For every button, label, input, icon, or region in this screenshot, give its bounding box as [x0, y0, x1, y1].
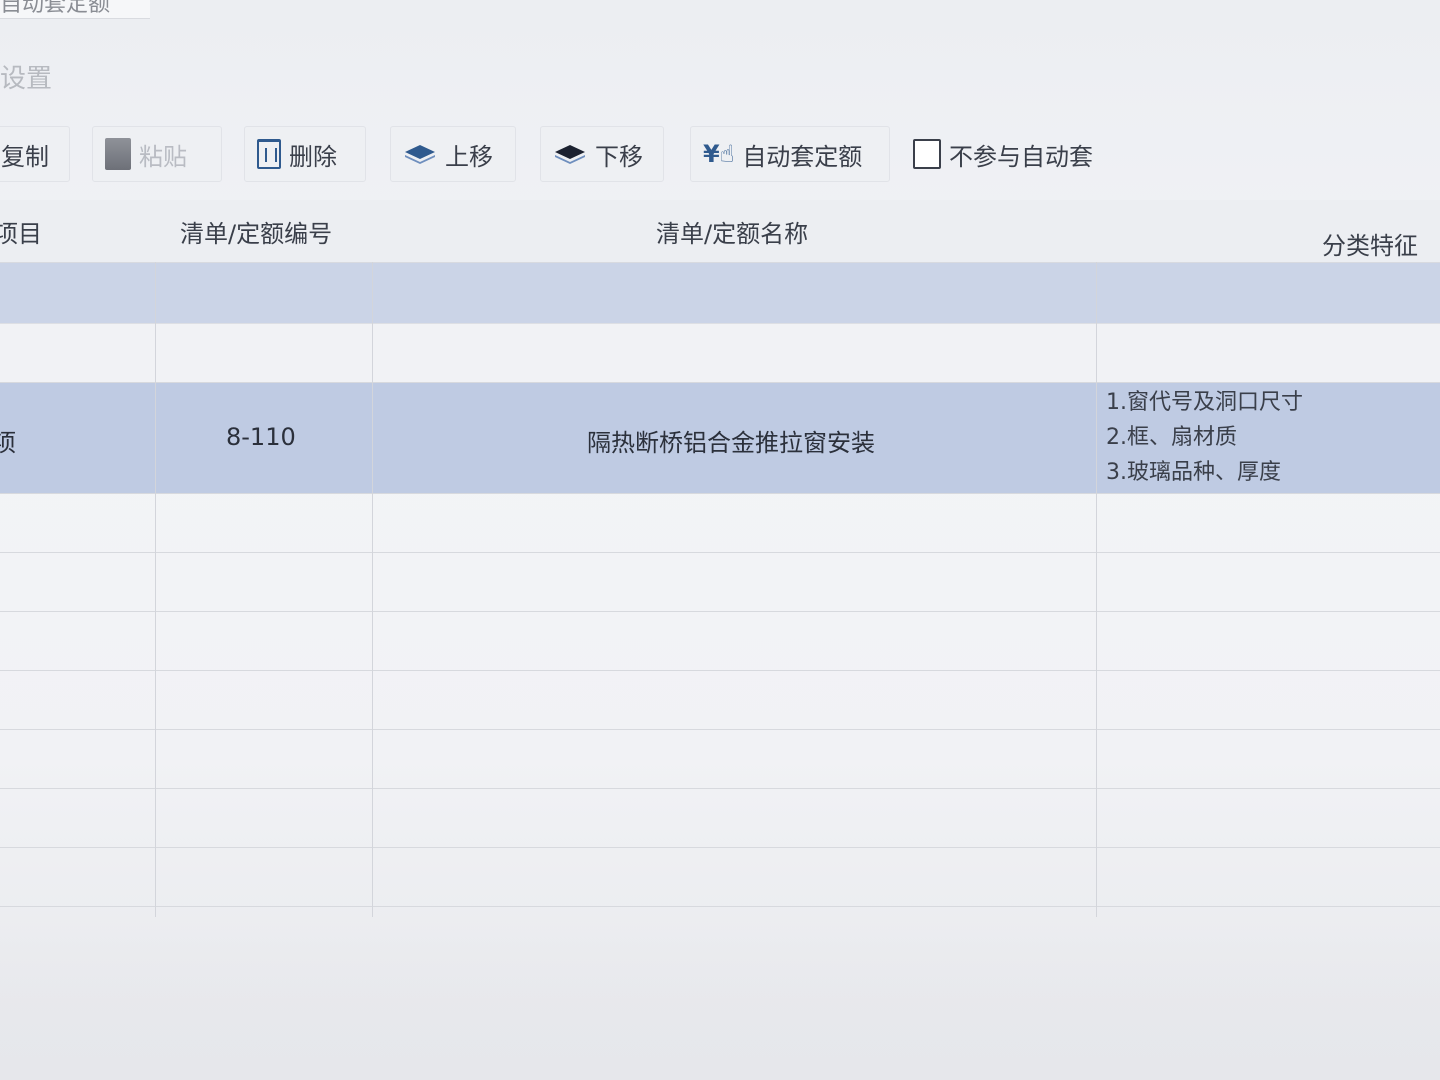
exclude-auto-toggle[interactable]: 不参与自动套 — [900, 126, 1110, 182]
cell-name: 隔热断桥铝合金推拉窗安装 — [587, 429, 875, 457]
quota-table: 项目 清单/定额编号 清单/定额名称 分类特征 项 8-110 隔热断桥铝合金推… — [0, 200, 1440, 920]
feature-line: 3.玻璃品种、厚度 — [1106, 460, 1281, 485]
exclude-label: 不参与自动套 — [949, 142, 1093, 171]
copy-button[interactable]: 复制 — [0, 126, 70, 182]
header-feature[interactable]: 分类特征 — [1322, 226, 1418, 261]
table-row[interactable] — [0, 730, 1440, 789]
table-row[interactable] — [0, 263, 1440, 324]
exclude-checkbox[interactable] — [913, 139, 941, 169]
cell-item: 项 — [0, 429, 16, 457]
screen: 自动套定额 设置 复制 粘贴 删除 上移 下移 ¥☝ 自动套定额 不参与自动套 … — [0, 0, 1440, 1080]
move-up-label: 上移 — [445, 142, 493, 171]
table-row[interactable] — [0, 553, 1440, 612]
window-title-bar: 自动套定额 — [0, 0, 150, 19]
table-row[interactable] — [0, 494, 1440, 553]
table-row[interactable] — [0, 612, 1440, 671]
window-title: 自动套定额 — [0, 0, 111, 17]
move-down-label: 下移 — [595, 142, 643, 171]
move-up-button[interactable]: 上移 — [390, 126, 516, 182]
paste-label: 粘贴 — [139, 142, 187, 171]
column-divider — [155, 262, 156, 917]
table-row[interactable] — [0, 324, 1440, 383]
paste-button[interactable]: 粘贴 — [92, 126, 222, 182]
auto-quota-button[interactable]: ¥☝ 自动套定额 — [690, 126, 890, 182]
move-up-icon — [405, 145, 435, 164]
toolbar: 复制 粘贴 删除 上移 下移 ¥☝ 自动套定额 不参与自动套 — [0, 126, 1440, 188]
column-divider — [372, 262, 373, 917]
yen-hand-icon: ¥☝ — [703, 140, 735, 168]
table-row-selected[interactable]: 项 8-110 隔热断桥铝合金推拉窗安装 1.窗代号及洞口尺寸 2.框、扇材质 … — [0, 383, 1440, 494]
header-code[interactable]: 清单/定额编号 — [180, 214, 332, 249]
auto-quota-label: 自动套定额 — [742, 142, 863, 171]
move-down-icon — [555, 145, 585, 164]
table-row[interactable] — [0, 789, 1440, 848]
cell-features: 1.窗代号及洞口尺寸 2.框、扇材质 3.玻璃品种、厚度 — [1106, 385, 1303, 490]
move-down-button[interactable]: 下移 — [540, 126, 664, 182]
table-row[interactable] — [0, 848, 1440, 907]
paste-icon — [105, 138, 131, 170]
screen-bottom-area — [0, 920, 1440, 1080]
trash-icon — [257, 139, 281, 169]
column-divider — [1096, 262, 1097, 917]
cell-code: 8-110 — [226, 423, 296, 451]
table-row[interactable] — [0, 671, 1440, 730]
feature-line: 2.框、扇材质 — [1106, 425, 1237, 450]
header-item[interactable]: 项目 — [0, 214, 42, 249]
feature-line: 1.窗代号及洞口尺寸 — [1106, 390, 1303, 415]
delete-button[interactable]: 删除 — [244, 126, 366, 182]
table-header: 项目 清单/定额编号 清单/定额名称 分类特征 — [0, 200, 1440, 263]
header-name[interactable]: 清单/定额名称 — [656, 214, 808, 249]
section-label: 设置 — [0, 64, 53, 94]
delete-label: 删除 — [289, 142, 337, 171]
copy-label: 复制 — [1, 142, 49, 171]
